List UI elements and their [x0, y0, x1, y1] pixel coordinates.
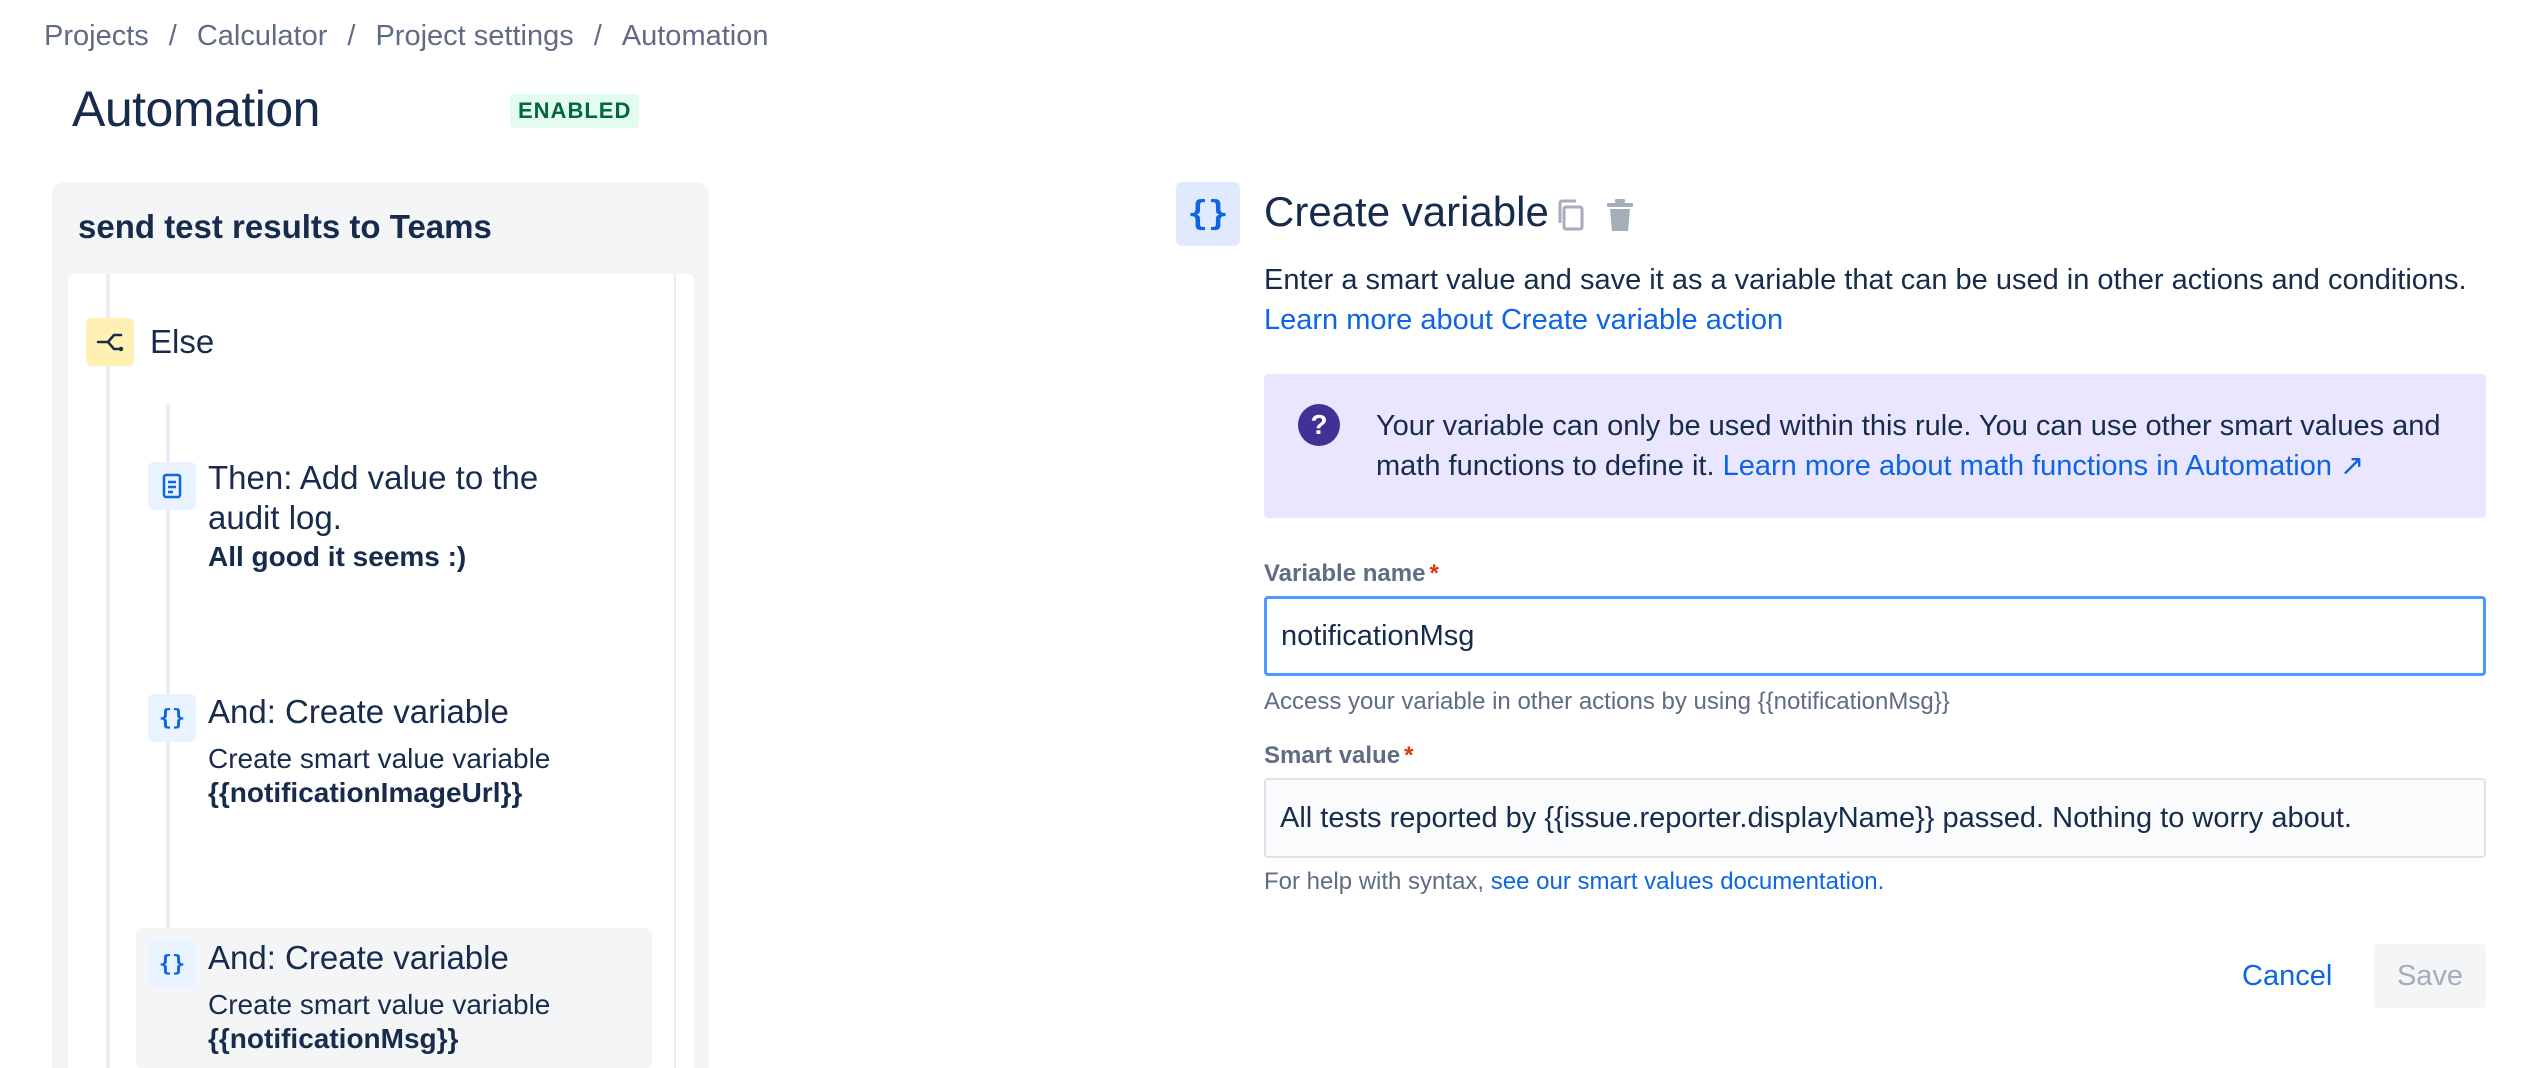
smart-values-docs-link[interactable]: see our smart values documentation. — [1491, 868, 1885, 895]
smart-value-help: For help with syntax, see our smart valu… — [1264, 868, 1884, 896]
question-icon: ? — [1298, 404, 1340, 446]
status-badge: ENABLED — [510, 94, 640, 128]
breadcrumb: Projects / Calculator / Project settings… — [44, 20, 768, 53]
canvas-scrollbar[interactable] — [674, 274, 676, 1068]
step-detail: {{notificationImageUrl}} — [208, 777, 523, 808]
trash-icon[interactable] — [1602, 196, 1638, 234]
branch-icon — [86, 318, 134, 366]
info-text: Your variable can only be used within th… — [1376, 406, 2456, 486]
required-marker: * — [1429, 560, 1439, 587]
variable-name-value: notificationMsg — [1281, 619, 1475, 652]
rule-canvas[interactable]: Else Then: Add value to the audit log. A… — [68, 274, 694, 1068]
math-functions-link[interactable]: Learn more about math functions in Autom… — [1723, 450, 2365, 482]
audit-log-icon — [148, 462, 196, 510]
variable-icon: {} — [148, 940, 196, 988]
cancel-button[interactable]: Cancel — [2220, 944, 2354, 1008]
variable-name-label-text: Variable name — [1264, 560, 1426, 587]
breadcrumb-projects[interactable]: Projects — [44, 20, 149, 53]
detail-title: Create variable — [1264, 188, 1549, 235]
flow-line — [106, 274, 110, 1068]
else-branch[interactable]: Else — [86, 318, 214, 366]
else-label: Else — [150, 323, 215, 360]
variable-icon: {} — [148, 694, 196, 742]
smart-value-input[interactable]: All tests reported by {{issue.reporter.d… — [1264, 778, 2486, 858]
breadcrumb-project-settings[interactable]: Project settings — [375, 20, 573, 53]
step-title: And: Create variable — [208, 939, 509, 976]
breadcrumb-separator: / — [168, 20, 177, 52]
required-marker: * — [1404, 742, 1414, 769]
rule-name: send test results to Teams — [78, 208, 492, 245]
step-detail: {{notificationMsg}} — [208, 1023, 459, 1054]
title-actions — [1552, 196, 1638, 234]
step-title: audit log. — [208, 499, 342, 536]
save-button[interactable]: Save — [2374, 944, 2486, 1008]
variable-name-label: Variable name * — [1264, 560, 1439, 588]
smart-value-label-text: Smart value — [1264, 742, 1401, 769]
variable-name-input[interactable]: notificationMsg — [1264, 596, 2486, 676]
breadcrumb-calculator[interactable]: Calculator — [197, 20, 328, 53]
step-description: Create smart value variable — [208, 989, 551, 1020]
smart-value-label: Smart value * — [1264, 742, 1413, 770]
copy-icon[interactable] — [1552, 196, 1588, 234]
breadcrumb-automation[interactable]: Automation — [622, 20, 769, 53]
info-message: ? Your variable can only be used within … — [1264, 374, 2486, 518]
step-title: Then: Add value to the — [208, 459, 539, 496]
rule-panel: send test results to Teams Else Then: Ad… — [52, 182, 709, 1068]
breadcrumb-separator: / — [347, 20, 356, 52]
rule-step-audit-log[interactable]: Then: Add value to the audit log. All go… — [136, 450, 652, 600]
learn-more-link[interactable]: Learn more about Create variable action — [1264, 304, 1783, 337]
variable-icon: {} — [1176, 182, 1240, 246]
smart-value-value: All tests reported by {{issue.reporter.d… — [1280, 801, 2352, 834]
detail-description: Enter a smart value and save it as a var… — [1264, 264, 2467, 296]
variable-name-help: Access your variable in other actions by… — [1264, 688, 1950, 715]
page-title: Automation — [72, 81, 320, 137]
breadcrumb-separator: / — [593, 20, 602, 52]
step-description: Create smart value variable — [208, 743, 551, 774]
smart-value-help-prefix: For help with syntax, — [1264, 868, 1485, 895]
step-detail: All good it seems :) — [208, 541, 467, 572]
rule-step-create-variable-selected[interactable]: {} And: Create variable Create smart val… — [136, 928, 652, 1068]
step-title: And: Create variable — [208, 693, 509, 730]
rule-step-create-variable[interactable]: {} And: Create variable Create smart val… — [136, 682, 652, 812]
